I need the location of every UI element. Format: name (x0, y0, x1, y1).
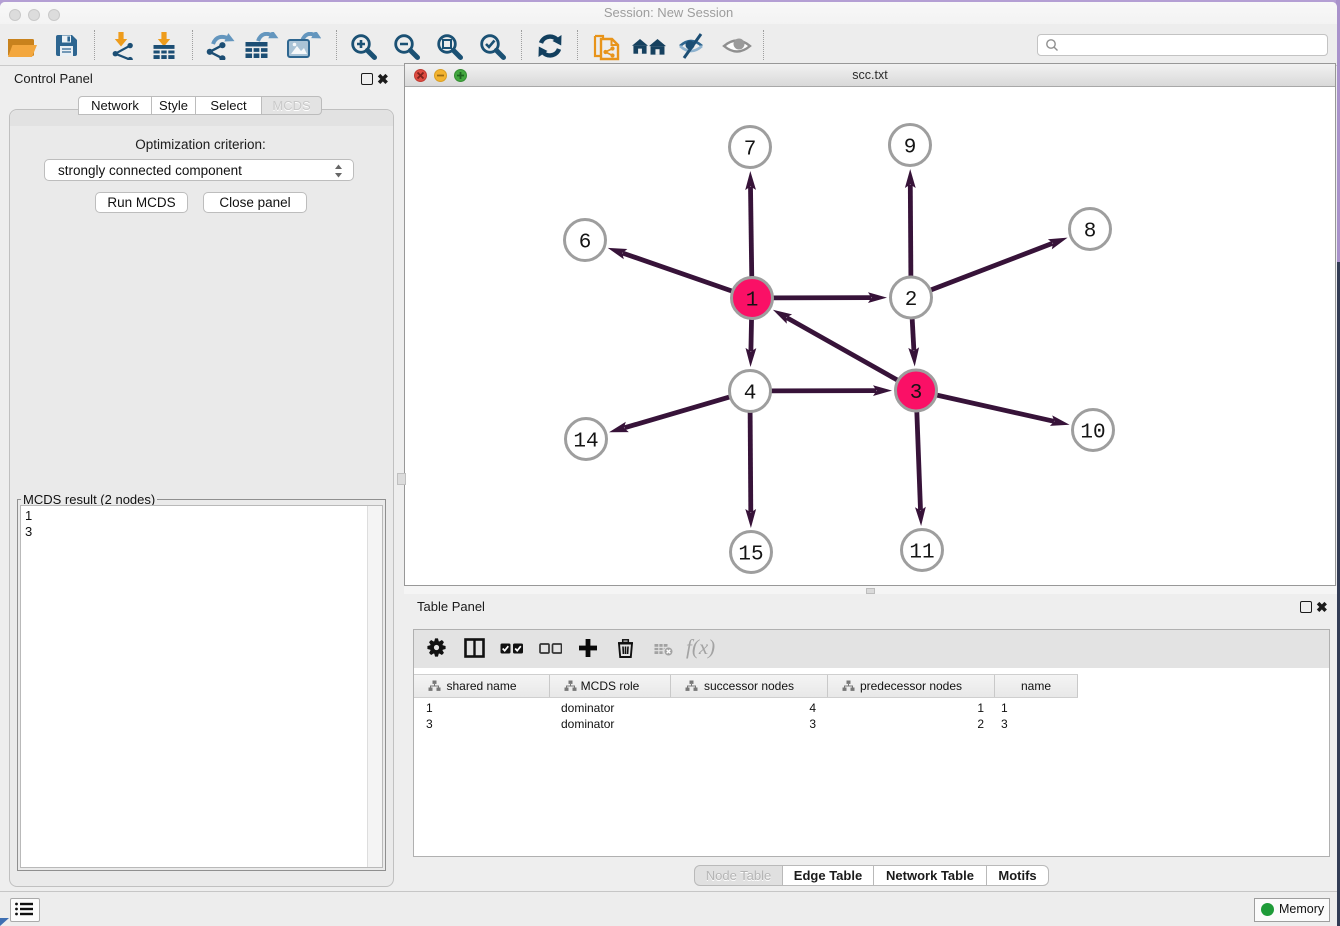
svg-text:9: 9 (904, 137, 917, 160)
svg-text:3: 3 (910, 382, 923, 405)
svg-text:2: 2 (905, 289, 918, 312)
svg-text:1: 1 (746, 290, 759, 313)
svg-text:15: 15 (738, 544, 763, 567)
svg-text:7: 7 (744, 139, 757, 162)
svg-text:8: 8 (1084, 221, 1097, 244)
svg-text:4: 4 (744, 383, 757, 406)
svg-text:6: 6 (579, 232, 592, 255)
svg-text:11: 11 (909, 542, 934, 565)
svg-text:10: 10 (1080, 422, 1105, 445)
svg-text:14: 14 (573, 431, 598, 454)
